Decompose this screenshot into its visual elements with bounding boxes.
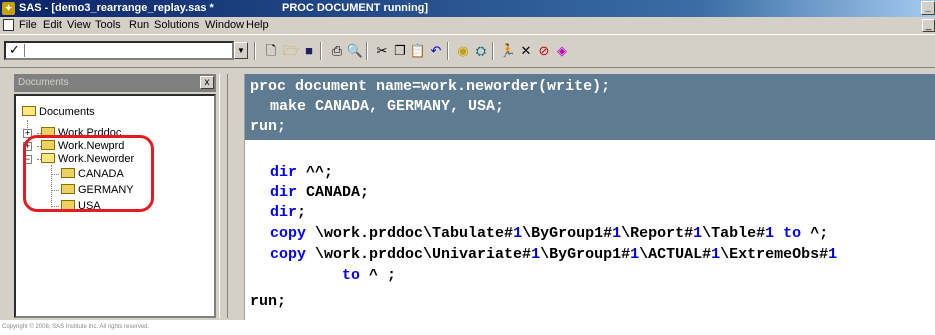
title-bar: ✦ SAS - [demo3_rearrange_replay.sas * PR…	[0, 0, 935, 17]
document-minimize-button[interactable]: _	[922, 19, 935, 32]
help-icon[interactable]: ◈	[553, 43, 571, 59]
pane-splitter[interactable]	[219, 74, 228, 318]
libraries-icon[interactable]: ◉	[454, 43, 472, 59]
code-line-5: dir CANADA;	[270, 184, 370, 201]
code-editor[interactable]: - proc document name=work.neworder(write…	[236, 74, 935, 320]
cut-icon[interactable]: ✂	[373, 43, 391, 59]
tree-item-documents[interactable]: Documents	[22, 106, 95, 119]
menu-edit[interactable]: Edit	[43, 17, 62, 34]
tree-item-label: Documents	[39, 106, 95, 118]
toolbar-separator	[320, 42, 322, 60]
paste-icon[interactable]: 📋	[409, 43, 427, 59]
check-icon[interactable]: ✓	[9, 42, 20, 58]
undo-icon[interactable]: ↶	[427, 43, 445, 59]
open-icon[interactable]: 🗁	[282, 43, 300, 59]
run-icon[interactable]: 🏃	[499, 43, 517, 59]
folder-open-icon	[22, 106, 36, 117]
toolbar-separator	[254, 42, 256, 60]
clear-icon[interactable]: ✕	[517, 43, 535, 59]
stop-icon[interactable]: ⊘	[535, 43, 553, 59]
sas-logo-icon: ✦	[2, 2, 15, 15]
menu-window[interactable]: Window	[205, 17, 244, 34]
code-line-7: copy \work.prddoc\Tabulate#1\ByGroup1#1\…	[270, 225, 829, 242]
menu-file[interactable]: File	[19, 17, 37, 34]
documents-pane-header: Documents x	[14, 74, 216, 92]
code-line-2: make CANADA, GERMANY, USA;	[270, 98, 505, 115]
code-line-3: run;	[250, 118, 287, 135]
explorer-icon[interactable]: ⛭	[472, 43, 490, 59]
window-title: SAS - [demo3_rearrange_replay.sas *	[19, 2, 214, 14]
minimize-button[interactable]: _	[921, 1, 935, 15]
toolbar-separator	[492, 42, 494, 60]
code-line-9: to ^ ;	[342, 267, 397, 284]
code-line-4: dir ^^;	[270, 164, 334, 181]
menu-tools[interactable]: Tools	[95, 17, 121, 34]
close-icon[interactable]: x	[200, 76, 214, 89]
editor-gutter	[236, 74, 245, 320]
window-status: PROC DOCUMENT running]	[282, 2, 429, 14]
code-line-8: copy \work.prddoc\Univariate#1\ByGroup1#…	[270, 246, 838, 263]
code-line-10: run;	[250, 293, 287, 310]
save-icon[interactable]: ■	[300, 43, 318, 59]
menu-help[interactable]: Help	[246, 17, 269, 34]
menu-run[interactable]: Run	[129, 17, 149, 34]
document-icon[interactable]	[3, 19, 14, 31]
command-dropdown-button[interactable]: ▼	[234, 42, 248, 59]
new-icon[interactable]: 🗋	[262, 43, 280, 59]
code-line-1: proc document name=work.neworder(write);	[250, 78, 611, 95]
print-icon[interactable]: ⎙	[328, 43, 346, 59]
copyright-notice: Copyright © 2008, SAS Institute Inc. All…	[2, 324, 150, 330]
command-divider	[24, 44, 25, 57]
menu-solutions[interactable]: Solutions	[154, 17, 199, 34]
toolbar-separator	[366, 42, 368, 60]
copy-icon[interactable]: ❐	[391, 43, 409, 59]
code-line-6: dir;	[270, 204, 307, 221]
selected-code-block: - proc document name=work.neworder(write…	[236, 74, 935, 140]
toolbar: ✓ ▼ 🗋 🗁 ■ ⎙ 🔍 ✂ ❐ 📋 ↶ ◉ ⛭ 🏃 ✕ ⊘ ◈	[0, 34, 935, 68]
command-box[interactable]: ✓	[4, 41, 234, 60]
documents-pane-title: Documents	[18, 77, 69, 88]
toolbar-separator	[447, 42, 449, 60]
print-preview-icon[interactable]: 🔍	[346, 43, 364, 59]
menu-view[interactable]: View	[67, 17, 91, 34]
menu-bar: File Edit View Tools Run Solutions Windo…	[0, 17, 935, 34]
highlight-callout	[23, 135, 154, 212]
